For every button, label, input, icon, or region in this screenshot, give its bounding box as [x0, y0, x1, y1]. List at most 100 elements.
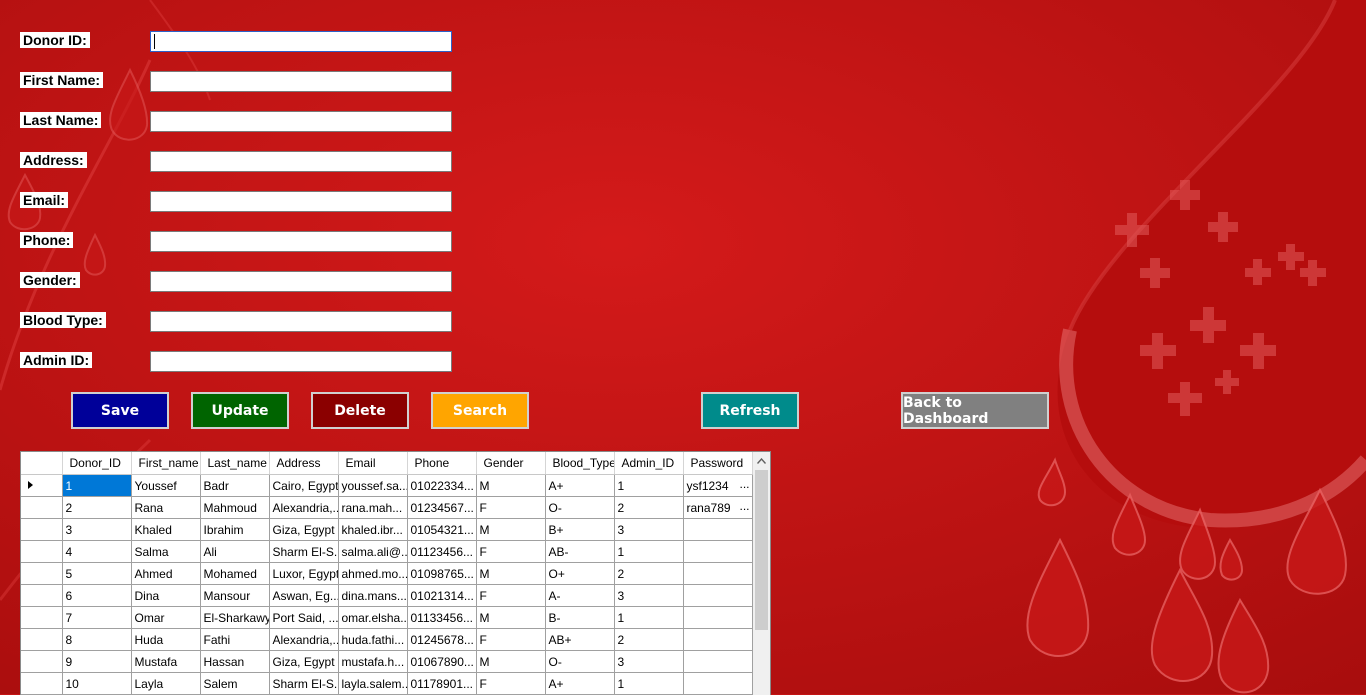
table-cell[interactable]: Sharm El-S...	[269, 540, 339, 563]
table-row[interactable]: 1 Youssef Badr Cairo, Egypt youssef.sa... 010…	[21, 474, 753, 497]
table-cell[interactable]: Rana	[131, 496, 201, 519]
table-cell[interactable]: 01123456...	[407, 540, 477, 563]
table-cell[interactable]: 3	[614, 584, 684, 607]
delete-button[interactable]: Delete	[311, 392, 409, 429]
table-cell[interactable]: Mohamed	[200, 562, 270, 585]
table-cell[interactable]: M	[476, 562, 546, 585]
table-cell[interactable]: 01021314...	[407, 584, 477, 607]
table-cell[interactable]: ahmed.mo...	[338, 562, 408, 585]
table-cell[interactable]: Mustafa	[131, 650, 201, 673]
table-cell[interactable]: Khaled	[131, 518, 201, 541]
gender-input[interactable]	[150, 271, 452, 292]
table-cell[interactable]: 3	[62, 518, 132, 541]
scroll-up-icon[interactable]	[753, 452, 770, 469]
column-header-email[interactable]: Email	[338, 452, 408, 475]
update-button[interactable]: Update	[191, 392, 289, 429]
table-row[interactable]: 10 Layla Salem Sharm El-S... layla.salem... 0…	[21, 672, 753, 695]
table-cell[interactable]: 10	[62, 672, 132, 695]
table-cell[interactable]: 1	[614, 606, 684, 629]
table-cell[interactable]	[683, 628, 753, 651]
table-cell[interactable]: Mahmoud	[200, 496, 270, 519]
table-row[interactable]: 7 Omar El-Sharkawy Port Said, ... omar.elsha…	[21, 606, 753, 629]
column-header-donor-id[interactable]: Donor_ID	[62, 452, 132, 475]
row-header[interactable]	[21, 650, 63, 673]
table-cell[interactable]: F	[476, 540, 546, 563]
column-header-first-name[interactable]: First_name	[131, 452, 201, 475]
table-cell[interactable]: Giza, Egypt	[269, 518, 339, 541]
table-cell[interactable]: 01054321...	[407, 518, 477, 541]
table-cell[interactable]: 2	[614, 562, 684, 585]
table-cell[interactable]: layla.salem...	[338, 672, 408, 695]
table-cell[interactable]: A-	[545, 584, 615, 607]
back-to-dashboard-button[interactable]: Back to Dashboard	[901, 392, 1049, 429]
table-cell[interactable]: 6	[62, 584, 132, 607]
table-cell[interactable]: Alexandria,...	[269, 628, 339, 651]
table-cell[interactable]: Ahmed	[131, 562, 201, 585]
table-cell[interactable]: 01067890...	[407, 650, 477, 673]
table-cell[interactable]: B-	[545, 606, 615, 629]
row-header[interactable]	[21, 540, 63, 563]
table-cell[interactable]: Port Said, ...	[269, 606, 339, 629]
search-button[interactable]: Search	[431, 392, 529, 429]
table-cell[interactable]: 2	[62, 496, 132, 519]
row-header[interactable]	[21, 584, 63, 607]
table-cell[interactable]: 01245678...	[407, 628, 477, 651]
donor-id-input[interactable]	[150, 31, 452, 52]
table-cell[interactable]: 01098765...	[407, 562, 477, 585]
table-cell[interactable]: Cairo, Egypt	[269, 474, 339, 497]
table-cell[interactable]	[683, 562, 753, 585]
address-input[interactable]	[150, 151, 452, 172]
last-name-input[interactable]	[150, 111, 452, 132]
table-cell[interactable]: O-	[545, 650, 615, 673]
first-name-input[interactable]	[150, 71, 452, 92]
table-row[interactable]: 5 Ahmed Mohamed Luxor, Egypt ahmed.mo... 0109…	[21, 562, 753, 585]
table-cell[interactable]: 8	[62, 628, 132, 651]
row-header[interactable]	[21, 518, 63, 541]
column-header-gender[interactable]: Gender	[476, 452, 546, 475]
table-cell[interactable]: Omar	[131, 606, 201, 629]
table-cell[interactable]: AB+	[545, 628, 615, 651]
table-cell[interactable]: A+	[545, 672, 615, 695]
table-cell[interactable]: 4	[62, 540, 132, 563]
column-header-last-name[interactable]: Last_name	[200, 452, 270, 475]
table-cell[interactable]: Salma	[131, 540, 201, 563]
table-cell[interactable]	[683, 518, 753, 541]
table-cell[interactable]: Youssef	[131, 474, 201, 497]
blood-type-input[interactable]	[150, 311, 452, 332]
table-cell[interactable]: M	[476, 650, 546, 673]
table-cell[interactable]: rana.mah...	[338, 496, 408, 519]
table-cell[interactable]: Hassan	[200, 650, 270, 673]
table-cell[interactable]: 01234567...	[407, 496, 477, 519]
table-cell[interactable]: youssef.sa...	[338, 474, 408, 497]
table-cell[interactable]	[683, 540, 753, 563]
scrollbar-thumb[interactable]	[755, 470, 768, 630]
table-cell[interactable]: ysf1234...	[683, 474, 753, 497]
table-cell[interactable]: Ali	[200, 540, 270, 563]
table-cell[interactable]: F	[476, 584, 546, 607]
table-cell[interactable]: Layla	[131, 672, 201, 695]
table-cell[interactable]: AB-	[545, 540, 615, 563]
table-cell[interactable]: 1	[62, 474, 132, 497]
table-cell[interactable]	[683, 672, 753, 695]
table-cell[interactable]: 01133456...	[407, 606, 477, 629]
column-header-admin-id[interactable]: Admin_ID	[614, 452, 684, 475]
table-row[interactable]: 4 Salma Ali Sharm El-S... salma.ali@... 01123…	[21, 540, 753, 563]
table-cell[interactable]: omar.elsha...	[338, 606, 408, 629]
refresh-button[interactable]: Refresh	[701, 392, 799, 429]
table-cell[interactable]: Alexandria,...	[269, 496, 339, 519]
email-input[interactable]	[150, 191, 452, 212]
table-row[interactable]: 8 Huda Fathi Alexandria,... huda.fathi... 012…	[21, 628, 753, 651]
table-cell[interactable]: 1	[614, 672, 684, 695]
table-cell[interactable]: Fathi	[200, 628, 270, 651]
table-cell[interactable]: salma.ali@...	[338, 540, 408, 563]
table-cell[interactable]: M	[476, 606, 546, 629]
admin-id-input[interactable]	[150, 351, 452, 372]
row-header[interactable]	[21, 474, 63, 497]
row-header[interactable]	[21, 606, 63, 629]
table-cell[interactable]: B+	[545, 518, 615, 541]
table-cell[interactable]: Aswan, Eg...	[269, 584, 339, 607]
table-cell[interactable]	[683, 606, 753, 629]
table-cell[interactable]: Salem	[200, 672, 270, 695]
table-cell[interactable]: F	[476, 628, 546, 651]
table-cell[interactable]: 01022334...	[407, 474, 477, 497]
